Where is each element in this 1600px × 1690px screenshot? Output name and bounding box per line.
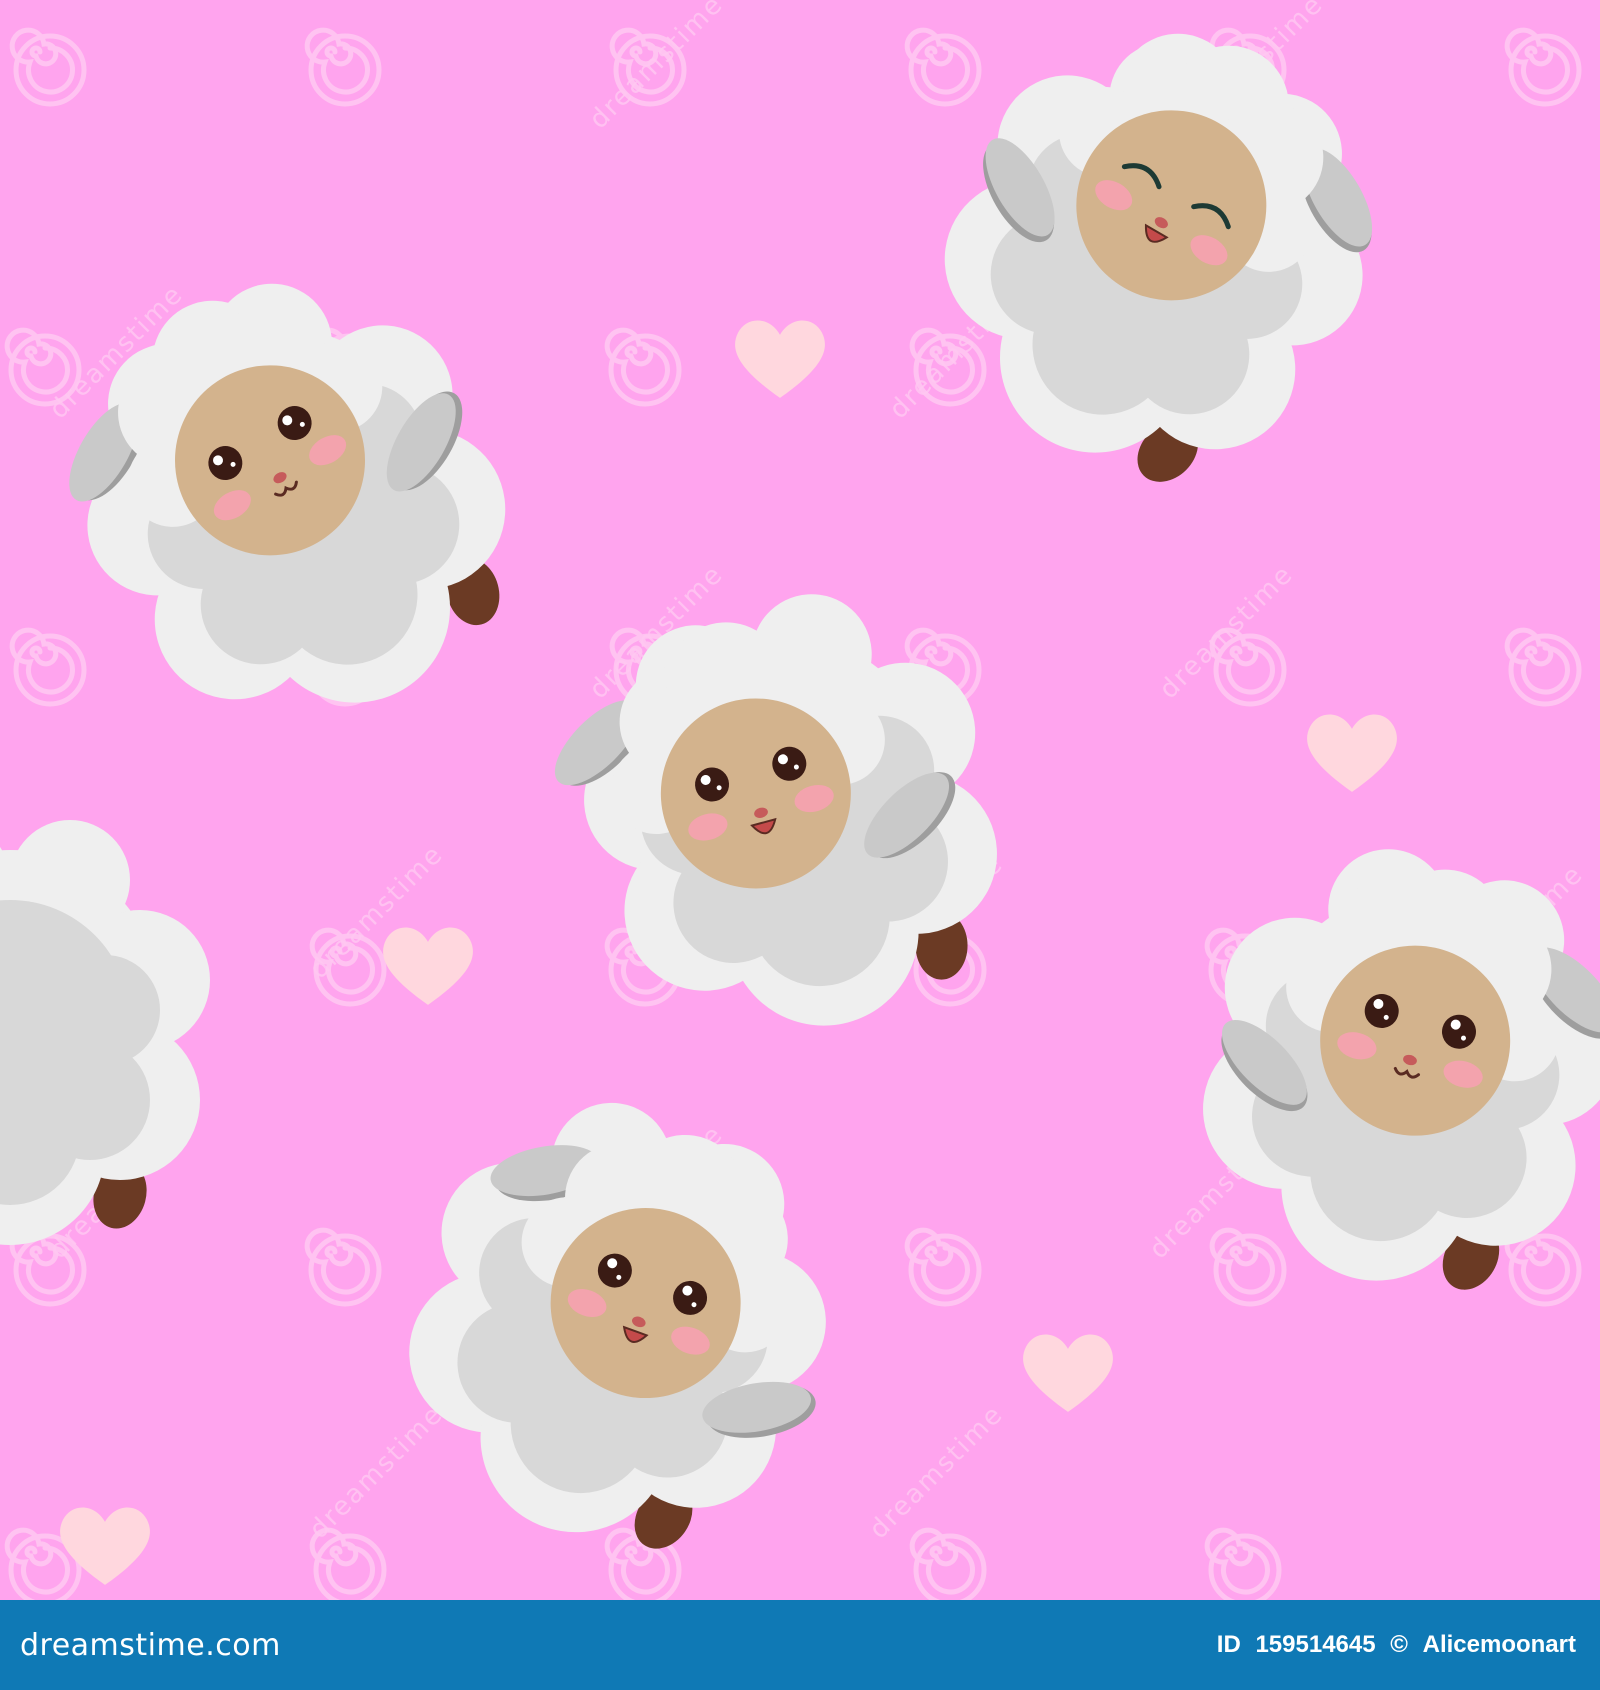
- sheep-pattern-illustration: dreamstimedreamstimedreamstimedreamstime…: [0, 0, 1600, 1600]
- footer-id-value: 159514645: [1255, 1631, 1376, 1658]
- footer-brand: dreamstime.com: [20, 1627, 281, 1663]
- footer-copyright: ©: [1390, 1631, 1408, 1658]
- stock-footer-bar: dreamstime.com ID 159514645 © Alicemoona…: [0, 1600, 1600, 1690]
- footer-credit: ID 159514645 © Alicemoonart: [1217, 1631, 1576, 1659]
- footer-author: Alicemoonart: [1422, 1631, 1576, 1658]
- footer-id-label: ID: [1216, 1631, 1241, 1658]
- image-canvas: dreamstime dreamstime dreamstime dreamstime…: [0, 0, 1600, 1690]
